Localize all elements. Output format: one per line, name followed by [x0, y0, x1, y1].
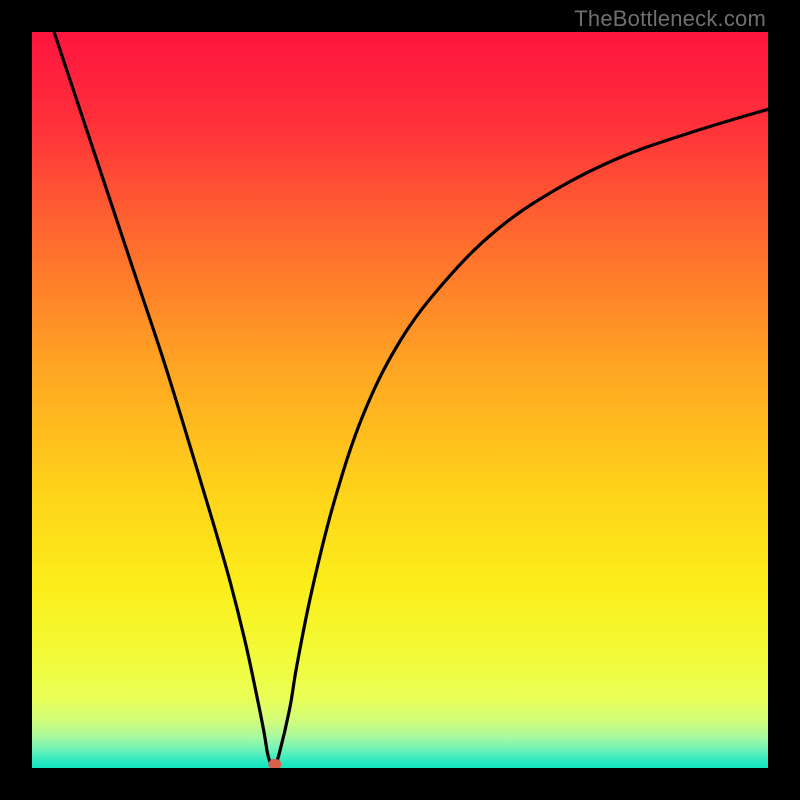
chart-frame: TheBottleneck.com: [0, 0, 800, 800]
watermark-text: TheBottleneck.com: [574, 6, 766, 32]
plot-area: [32, 32, 768, 768]
bottleneck-curve: [32, 32, 768, 768]
